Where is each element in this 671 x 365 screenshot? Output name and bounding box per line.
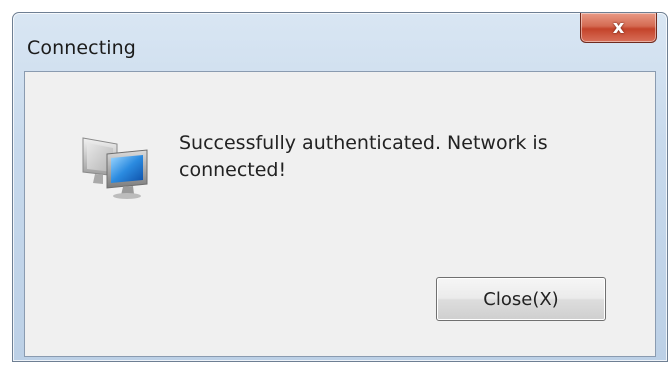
close-icon: x — [612, 16, 625, 38]
window-title: Connecting — [27, 37, 136, 59]
dialog-window: Connecting x Successfully authenticated.… — [12, 12, 668, 362]
network-computer-icon — [82, 137, 148, 199]
title-bar[interactable]: Connecting x — [13, 13, 667, 69]
window-close-button[interactable]: x — [580, 13, 657, 43]
dialog-content: Successfully authenticated. Network is c… — [24, 71, 656, 357]
status-message: Successfully authenticated. Network is c… — [179, 132, 548, 181]
close-button[interactable]: Close(X) — [436, 277, 606, 321]
